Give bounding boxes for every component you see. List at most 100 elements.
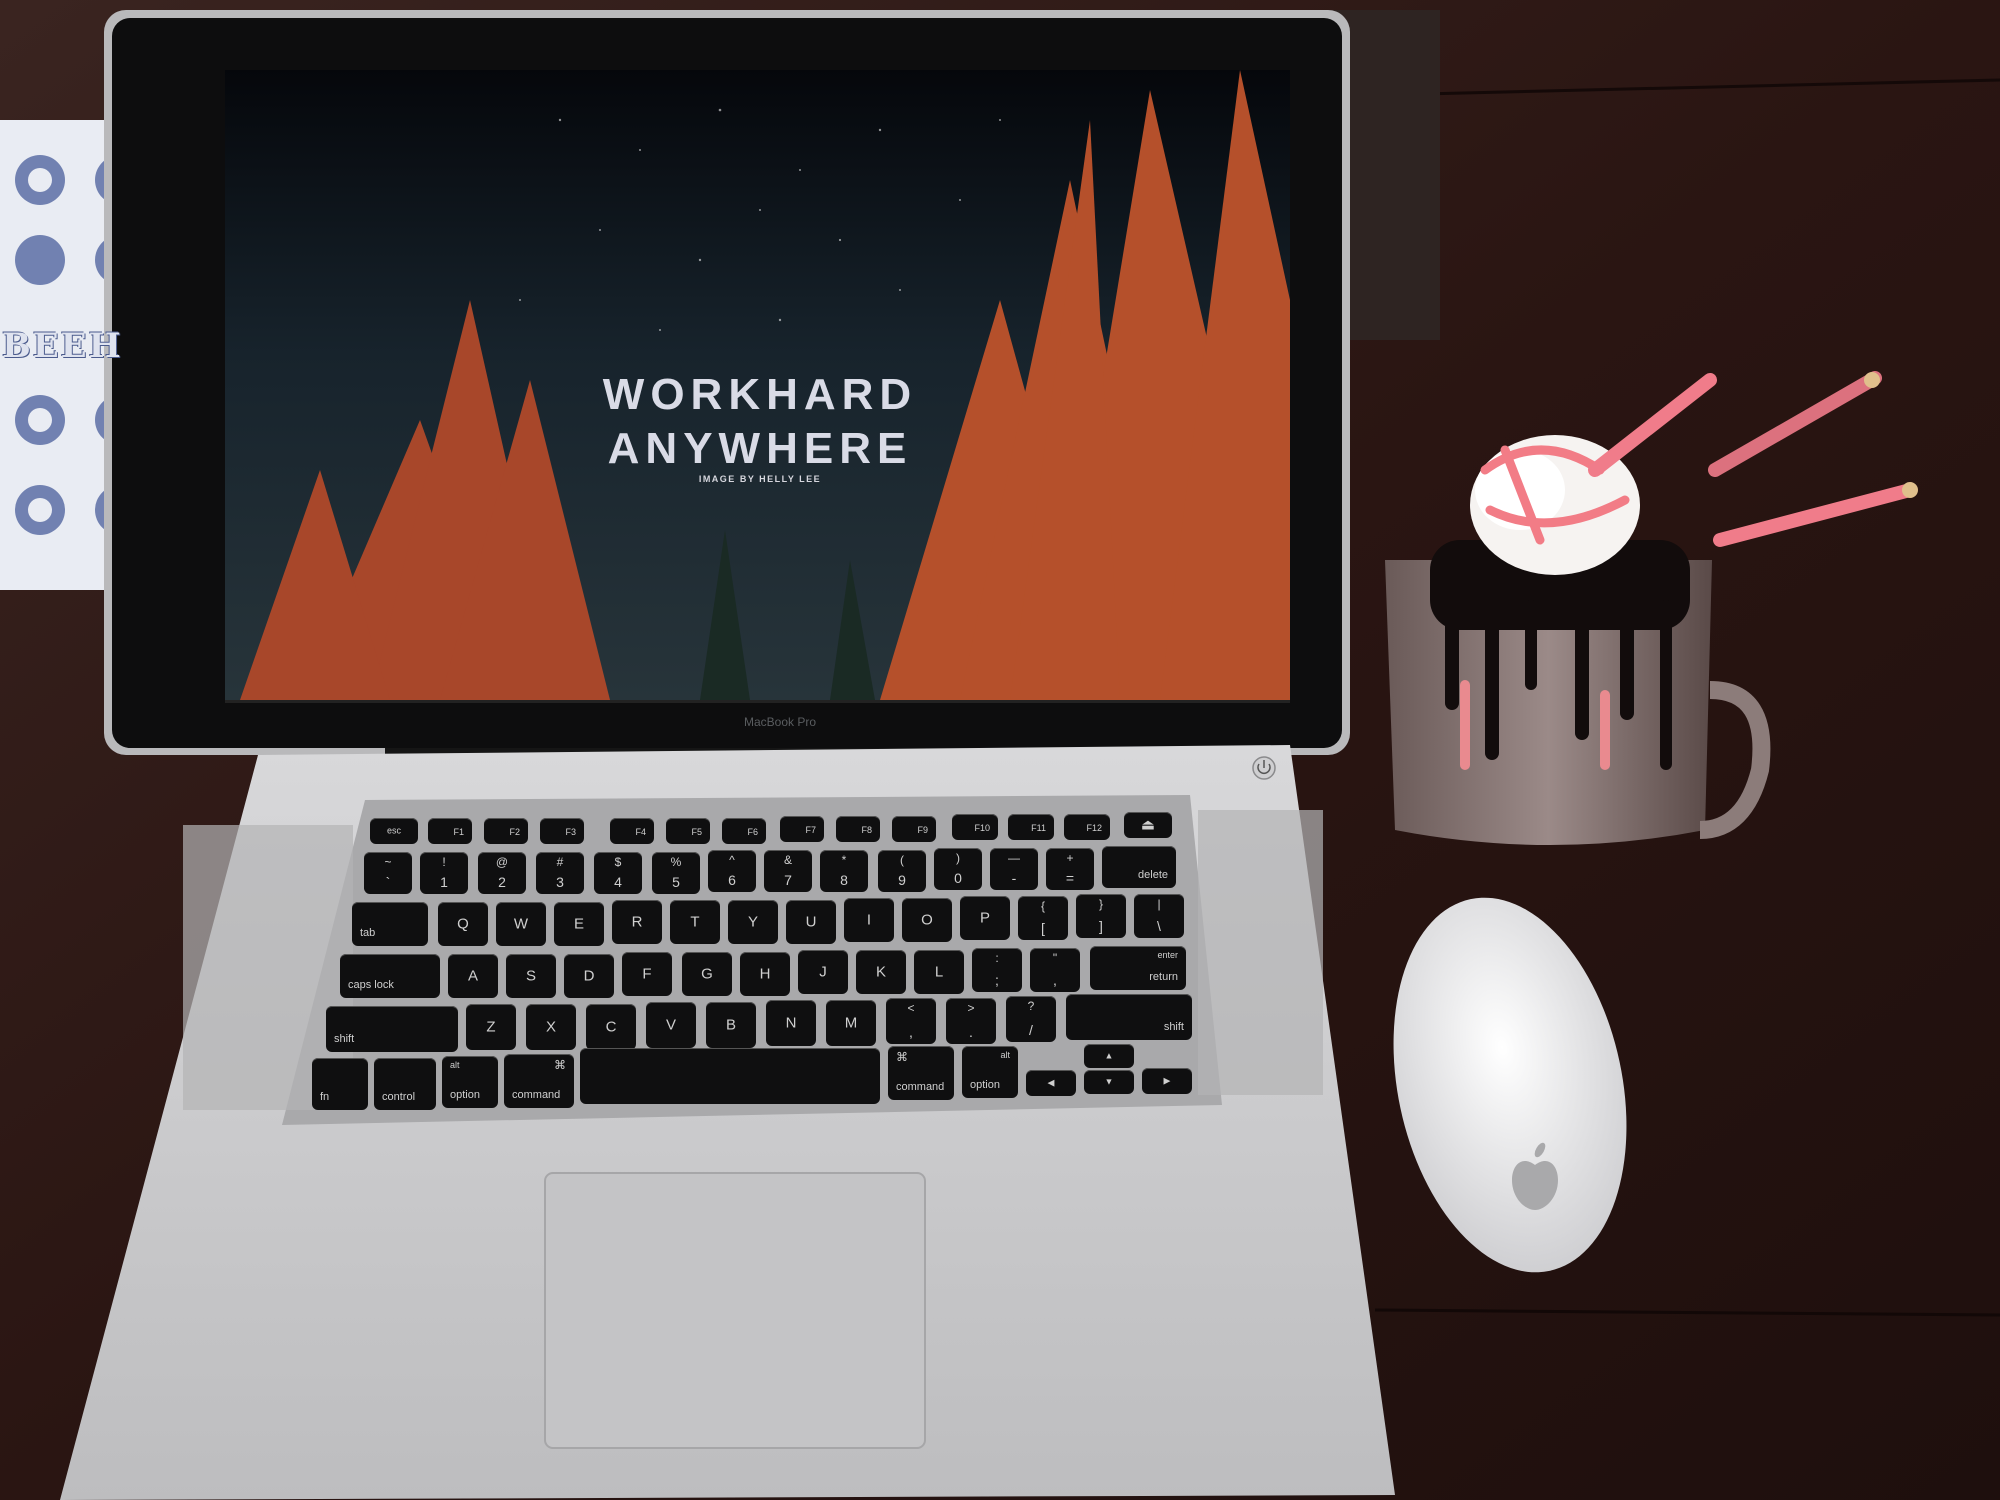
key-3[interactable]: #3 [536,852,584,894]
key-t[interactable]: T [670,900,720,944]
key-tab[interactable]: tab [352,902,428,946]
key-space[interactable] [580,1048,880,1104]
key-u[interactable]: U [786,900,836,944]
keyboard: esc F1 F2 F3 F4 F5 F6 F7 F8 F9 F10 F11 F… [0,0,2000,1500]
key-label-top: + [1066,851,1074,865]
key-arrow-left[interactable]: ◀ [1026,1070,1076,1096]
key-comma[interactable]: <, [886,998,936,1044]
key-f3[interactable]: F3 [540,818,584,844]
key-label: I [866,911,872,929]
key-label-top: alt [450,1060,460,1070]
key-o[interactable]: O [902,898,952,942]
key-b[interactable]: B [706,1002,756,1048]
key-9[interactable]: (9 [878,850,926,892]
key-1[interactable]: ! 1 [420,852,468,894]
key-shift-left[interactable]: shift [326,1006,458,1052]
key-f4[interactable]: F4 [610,818,654,844]
key-slash[interactable]: ? / [1006,996,1056,1042]
key-k[interactable]: K [856,950,906,994]
key-option-left[interactable]: alt option [442,1056,498,1108]
key-label: command [512,1089,561,1101]
key-v[interactable]: V [646,1002,696,1048]
key-label-bottom: 4 [614,874,622,890]
key-8[interactable]: * 8 [820,850,868,892]
key-h[interactable]: H [740,952,790,996]
key-fn[interactable]: fn [312,1058,368,1110]
key-f12[interactable]: F12 [1064,814,1110,840]
key-f5[interactable]: F5 [666,818,710,844]
key-left-bracket[interactable]: {[ [1018,896,1068,940]
key-a[interactable]: A [448,954,498,998]
key-delete[interactable]: delete [1102,846,1176,888]
key-backtick[interactable]: ~ ` [364,852,412,894]
key-label: W [513,915,529,933]
key-label-bottom: - [1011,870,1017,886]
key-label: V [665,1016,676,1034]
key-label-top: ~ [384,855,392,869]
key-command-left[interactable]: ⌘ command [504,1054,574,1108]
key-arrow-right[interactable]: ▶ [1142,1068,1192,1094]
key-semicolon[interactable]: :; [972,948,1022,992]
key-f1[interactable]: F1 [428,818,472,844]
key-f8[interactable]: F8 [836,816,880,842]
key-f11[interactable]: F11 [1008,814,1054,840]
key-j[interactable]: J [798,950,848,994]
key-label: F11 [1031,823,1046,833]
key-eject[interactable]: ⏏ [1124,812,1172,838]
key-d[interactable]: D [564,954,614,998]
key-period[interactable]: >. [946,998,996,1044]
key-quote[interactable]: ", [1030,948,1080,992]
key-caps-lock[interactable]: caps lock [340,954,440,998]
key-z[interactable]: Z [466,1004,516,1050]
key-control[interactable]: control [374,1058,436,1110]
key-right-bracket[interactable]: }] [1076,894,1126,938]
key-backslash[interactable]: | \ [1134,894,1184,938]
key-7[interactable]: & 7 [764,850,812,892]
key-equals[interactable]: + = [1046,848,1094,890]
key-n[interactable]: N [766,1000,816,1046]
key-s[interactable]: S [506,954,556,998]
key-f6[interactable]: F6 [722,818,766,844]
key-label: F3 [565,827,576,837]
key-label: shift [334,1033,355,1045]
key-label: C [605,1018,617,1036]
down-arrow-icon: ▼ [1104,1076,1114,1087]
key-label: option [450,1089,480,1101]
key-e[interactable]: E [554,902,604,946]
key-arrow-up[interactable]: ▲ [1084,1044,1134,1068]
key-w[interactable]: W [496,902,546,946]
key-f9[interactable]: F9 [892,816,936,842]
key-4[interactable]: $4 [594,852,642,894]
key-5[interactable]: % 5 [652,852,700,894]
up-arrow-icon: ▲ [1104,1050,1114,1061]
key-command-right[interactable]: ⌘ command [888,1046,954,1100]
key-f2[interactable]: F2 [484,818,528,844]
key-r[interactable]: R [612,900,662,944]
key-label: K [875,963,886,981]
key-2[interactable]: @2 [478,852,526,894]
key-esc[interactable]: esc [370,818,418,844]
key-label: F6 [747,827,758,837]
key-m[interactable]: M [826,1000,876,1046]
key-g[interactable]: G [682,952,732,996]
key-x[interactable]: X [526,1004,576,1050]
key-arrow-down[interactable]: ▼ [1084,1070,1134,1094]
key-label: O [921,911,933,929]
key-c[interactable]: C [586,1004,636,1050]
key-0[interactable]: ) 0 [934,848,982,890]
key-i[interactable]: I [844,898,894,942]
key-option-right[interactable]: alt option [962,1046,1018,1098]
key-return[interactable]: enter return [1090,946,1186,990]
key-label-bottom: 2 [498,874,506,890]
key-minus[interactable]: — - [990,848,1038,890]
key-y[interactable]: Y [728,900,778,944]
key-6[interactable]: ^ 6 [708,850,756,892]
key-f10[interactable]: F10 [952,814,998,840]
key-shift-right[interactable]: shift [1066,994,1192,1040]
key-f[interactable]: F [622,952,672,996]
key-q[interactable]: Q [438,902,488,946]
key-l[interactable]: L [914,950,964,994]
key-p[interactable]: P [960,896,1010,940]
key-label-bottom: = [1065,870,1075,886]
key-f7[interactable]: F7 [780,816,824,842]
